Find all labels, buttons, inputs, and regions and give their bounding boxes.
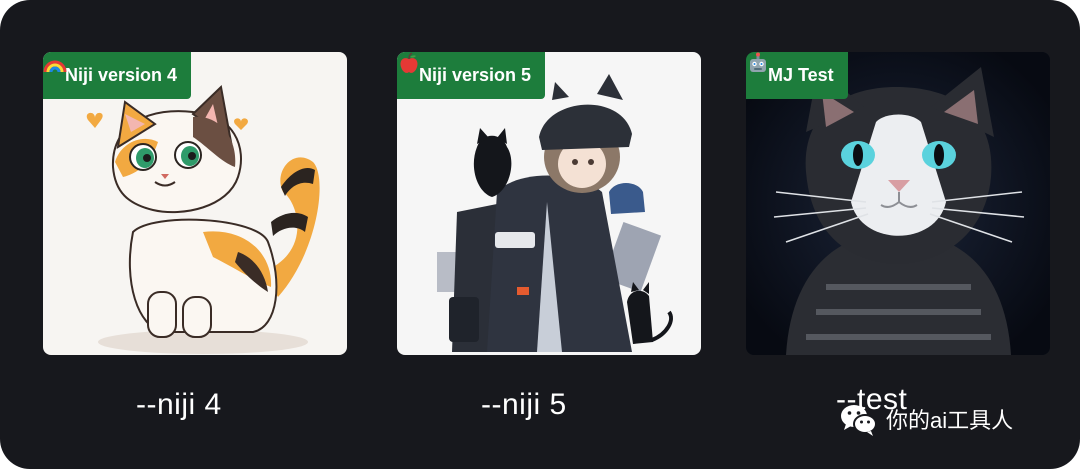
rainbow-icon [43,60,67,73]
niji4-image-card[interactable]: Niji version 4 [43,52,347,355]
watermark-text: 你的ai工具人 [886,408,1014,433]
wechat-icon [841,405,877,436]
badge-label: Niji version 4 [65,65,178,85]
apple-icon [400,52,418,73]
mj-test-badge: MJ Test [746,52,848,99]
niji5-caption: --niji 5 [481,388,567,421]
watermark: 你的ai工具人 [838,396,1013,442]
niji5-version-badge: Niji version 5 [397,52,546,99]
robot-icon [750,52,766,72]
comparison-panel: Niji version 4 Niji version 5 MJ Test --… [0,0,1080,469]
badge-label: MJ Test [768,65,834,85]
niji4-caption: --niji 4 [136,388,222,421]
mj-test-image-card[interactable]: MJ Test [746,52,1050,355]
niji4-version-badge: Niji version 4 [43,52,192,99]
badge-label: Niji version 5 [419,65,532,85]
niji5-image-card[interactable]: Niji version 5 [397,52,701,355]
